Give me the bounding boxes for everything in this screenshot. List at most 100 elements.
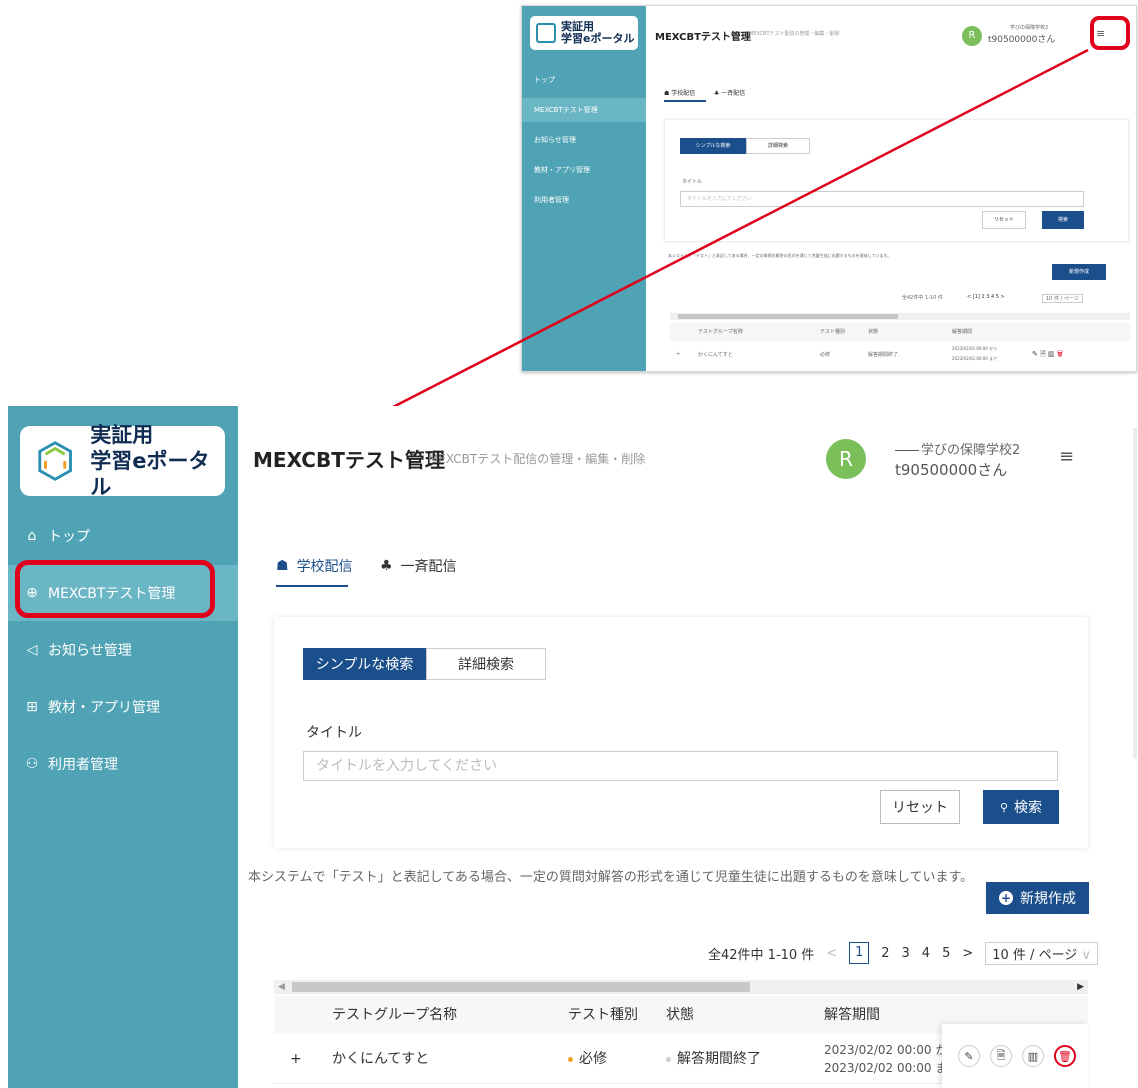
logo-line2: 学習eポータル: [90, 449, 210, 499]
sidebar-highlight-box: [15, 560, 215, 618]
reset-button[interactable]: リセット: [880, 790, 960, 824]
per-page-select[interactable]: 10 件 / ページ ∨: [985, 941, 1098, 965]
thumb-new-button[interactable]: 新規作成: [1052, 264, 1106, 280]
thumb-simple-search-tab[interactable]: シンプルな検索: [680, 138, 746, 154]
row-period: 2023/02/02 00:00 から 2023/02/02 00:00 まで: [824, 1041, 959, 1077]
logo-line1: 実証用: [90, 423, 154, 447]
thumb-search-button[interactable]: 検索: [1042, 211, 1084, 229]
thumb-nav-top[interactable]: トップ: [522, 68, 646, 92]
row-status: 解答期間終了: [666, 1034, 761, 1084]
tab-label: 一斉配信: [400, 559, 457, 575]
page-title: MEXCBTテスト管理: [253, 448, 445, 472]
create-new-button[interactable]: + 新規作成: [986, 882, 1089, 914]
period-start: 2023/02/02 00:00 から: [824, 1043, 960, 1057]
row-type: 必修: [568, 1034, 607, 1084]
thumb-col-status: 状態: [868, 329, 879, 335]
thumb-nav-mexcbt[interactable]: MEXCBTテスト管理: [522, 98, 646, 122]
document-icon[interactable]: 🗎: [990, 1045, 1012, 1067]
thumb-page-subtitle: MEXCBTテスト配信の管理・編集・削除: [749, 31, 840, 37]
thumb-detail-search-tab[interactable]: 詳細検索: [746, 138, 810, 154]
thumb-pager-pages[interactable]: < [1] 2 3 4 5 >: [967, 294, 1005, 300]
horizontal-scrollbar[interactable]: ◀ ▶: [274, 980, 1088, 994]
home-icon: ⌂: [27, 528, 37, 544]
thumb-tab-underline: [664, 100, 706, 102]
thumb-tab-school[interactable]: ☗ 学校配信: [664, 88, 695, 97]
chevron-down-icon: ∨: [1081, 947, 1091, 963]
vertical-scrollbar[interactable]: [1133, 428, 1137, 758]
scroll-thumb[interactable]: [292, 982, 750, 992]
prev-page-button[interactable]: <: [826, 946, 837, 961]
thumb-row-period-start: 2023/02/02 00:00 から: [952, 346, 998, 351]
thumb-col-type: テスト種別: [820, 329, 846, 335]
sidebar-item-materials[interactable]: ⊞ 教材・アプリ管理: [8, 679, 238, 735]
simple-search-tab[interactable]: シンプルな検索: [303, 648, 426, 680]
page-3-button[interactable]: 3: [902, 946, 910, 961]
thumb-row-expand[interactable]: +: [676, 351, 680, 357]
type-dot: [568, 1056, 573, 1062]
thumb-nav-users[interactable]: 利用者管理: [522, 188, 646, 212]
thumb-nav-materials[interactable]: 教材・アプリ管理: [522, 158, 646, 182]
title-field-label: タイトル: [306, 725, 362, 741]
portal-logo[interactable]: 実証用 学習eポータル: [20, 423, 225, 499]
chart-icon[interactable]: ▥: [1022, 1045, 1044, 1067]
hierarchy-icon: ♣: [380, 558, 393, 574]
thumb-tab-bulk-label: 一斉配信: [721, 90, 746, 97]
row-action-bar: ✎ 🗎 ▥ 🗑: [942, 1024, 1088, 1088]
school-name: 学びの保障学校2: [921, 443, 1021, 458]
row-expand-button[interactable]: +: [290, 1034, 302, 1084]
school-icon: ☗: [276, 558, 289, 574]
thumb-logo-line2: 学習eポータル: [561, 32, 635, 45]
pagination-total: 全42件中 1-10 件: [708, 947, 815, 963]
users-icon: ⚇: [25, 756, 39, 772]
thumb-user-name: t90500000さん: [988, 35, 1056, 45]
search-button-label: 検索: [1014, 800, 1043, 816]
delete-icon[interactable]: 🗑: [1054, 1045, 1076, 1067]
sidebar-item-label: 利用者管理: [48, 757, 118, 773]
tab-bulk-delivery[interactable]: ♣ 一斉配信: [380, 556, 457, 576]
enlarged-screenshot: 実証用 学習eポータル ⌂ トップ ⊕ MEXCBTテスト管理 ◁ お知らせ管理…: [8, 406, 1138, 1088]
thumb-page-title: MEXCBTテスト管理: [655, 32, 751, 43]
thumb-reset-button[interactable]: リセット: [982, 211, 1026, 229]
hamburger-menu-icon[interactable]: ≡: [1059, 446, 1074, 467]
thumb-nav-notice[interactable]: お知らせ管理: [522, 128, 646, 152]
sidebar-item-users[interactable]: ⚇ 利用者管理: [8, 736, 238, 792]
thumb-row-status: 解答期間終了: [868, 352, 899, 358]
thumb-sidebar: 実証用 学習eポータル トップ MEXCBTテスト管理 お知らせ管理 教材・アプ…: [522, 6, 646, 371]
thumb-per-page-select[interactable]: 10 件 / ページ: [1042, 294, 1083, 303]
sidebar-item-top[interactable]: ⌂ トップ: [8, 508, 238, 564]
search-button[interactable]: ⚲ 検索: [983, 790, 1059, 824]
title-search-input[interactable]: タイトルを入力してください: [303, 751, 1058, 781]
thumb-horizontal-scrollbar[interactable]: [670, 313, 1130, 320]
edit-icon[interactable]: ✎: [958, 1045, 980, 1067]
thumb-tab-bulk[interactable]: ♣ 一斉配信: [714, 88, 745, 97]
avatar[interactable]: R: [826, 439, 866, 479]
thumb-row-actions[interactable]: ✎ 🗎 ▥ 🗑: [1032, 350, 1063, 361]
page-2-button[interactable]: 2: [881, 946, 889, 961]
page-1-button[interactable]: 1: [849, 942, 870, 964]
page-4-button[interactable]: 4: [922, 946, 930, 961]
thumb-col-period: 解答期間: [952, 329, 973, 335]
row-status-label: 解答期間終了: [677, 1051, 761, 1067]
scroll-left-icon[interactable]: ◀: [278, 980, 285, 994]
thumb-logo-mark: [536, 23, 556, 43]
next-page-button[interactable]: >: [962, 946, 973, 961]
page-5-button[interactable]: 5: [942, 946, 950, 961]
detail-search-tab[interactable]: 詳細検索: [426, 648, 546, 680]
per-page-value: 10 件 / ページ: [992, 947, 1078, 963]
user-name: t90500000さん: [895, 461, 1008, 479]
period-end: 2023/02/02 00:00 まで: [824, 1061, 960, 1075]
active-tab-underline: [276, 585, 348, 587]
sidebar-item-label: 教材・アプリ管理: [48, 700, 160, 716]
scroll-right-icon[interactable]: ▶: [1077, 980, 1084, 994]
sidebar-item-notices[interactable]: ◁ お知らせ管理: [8, 622, 238, 678]
tab-school-delivery[interactable]: ☗ 学校配信: [276, 556, 353, 576]
megaphone-icon: ◁: [26, 642, 38, 658]
thumbnail-screenshot: 実証用 学習eポータル トップ MEXCBTテスト管理 お知らせ管理 教材・アプ…: [521, 5, 1137, 372]
thumb-col-name: テストグループ名称: [698, 329, 743, 335]
hamburger-highlight-box: [1090, 16, 1130, 50]
thumb-title-input[interactable]: タイトルを入力してください: [680, 191, 1084, 207]
thumb-scroll-thumb[interactable]: [678, 314, 898, 319]
search-icon: ⚲: [999, 800, 1009, 814]
thumb-avatar[interactable]: R: [962, 26, 982, 46]
sidebar: 実証用 学習eポータル ⌂ トップ ⊕ MEXCBTテスト管理 ◁ お知らせ管理…: [8, 406, 238, 1088]
